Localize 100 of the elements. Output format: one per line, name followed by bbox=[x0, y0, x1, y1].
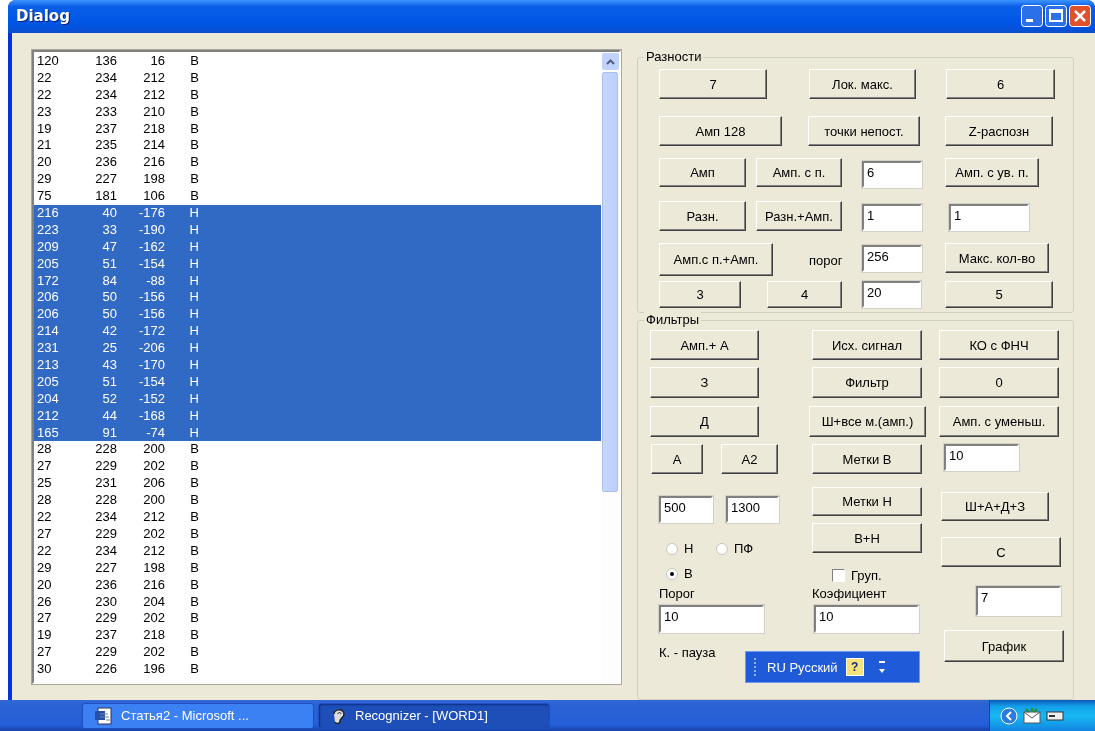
dialog-button[interactable]: З bbox=[650, 367, 759, 398]
list-row[interactable]: 231 25 -206 Н bbox=[34, 340, 601, 358]
dialog-button[interactable]: Ш+все м.(амп.) bbox=[809, 406, 926, 437]
dialog-button[interactable]: Амп.+ А bbox=[650, 330, 759, 360]
input-field[interactable]: 7 bbox=[976, 586, 1061, 616]
dialog-button[interactable]: Амп. с уменьш. bbox=[939, 406, 1059, 437]
list-cell-text: 229 bbox=[94, 644, 117, 662]
envelope-icon[interactable] bbox=[1022, 707, 1042, 724]
input-field[interactable]: 10 bbox=[944, 444, 1019, 471]
list-cell-text: 22 bbox=[37, 542, 53, 560]
list-box[interactable] bbox=[32, 50, 621, 684]
list-row[interactable]: 28 228 200 В bbox=[34, 441, 601, 459]
list-row[interactable]: 22 234 212 В bbox=[34, 509, 601, 526]
dialog-button[interactable]: С bbox=[941, 537, 1061, 567]
list-row[interactable]: 206 50 -156 Н bbox=[34, 289, 601, 307]
dialog-button[interactable]: КО с ФНЧ bbox=[939, 330, 1059, 360]
dialog-button[interactable]: Ш+А+Д+З bbox=[941, 492, 1049, 521]
list-row[interactable]: 19 237 218 В bbox=[34, 627, 601, 645]
list-row[interactable]: 206 50 -156 Н bbox=[34, 306, 601, 324]
taskbar-button[interactable]: Статья2 - Microsoft ... bbox=[82, 702, 314, 729]
list-row[interactable]: 214 42 -172 Н bbox=[34, 323, 601, 341]
input-field[interactable]: 500 bbox=[659, 496, 713, 523]
list-cell-text: 210 bbox=[142, 103, 165, 121]
input-field[interactable]: 1300 bbox=[726, 496, 779, 523]
checkbox[interactable] bbox=[832, 569, 845, 582]
dialog-button[interactable]: Лок. макс. bbox=[809, 69, 916, 99]
radio-button[interactable] bbox=[716, 542, 728, 555]
dialog-button[interactable]: Амп bbox=[659, 158, 746, 187]
list-row[interactable]: 20 236 216 В bbox=[34, 154, 601, 172]
list-row[interactable]: 27 229 202 В bbox=[34, 458, 601, 476]
list-row[interactable]: 25 231 206 В bbox=[34, 475, 601, 493]
dialog-button[interactable]: точки непост. bbox=[808, 116, 920, 146]
dialog-button[interactable]: График bbox=[944, 630, 1064, 662]
dialog-button[interactable]: В+Н bbox=[812, 523, 922, 553]
list-cell-text: 235 bbox=[94, 137, 117, 155]
list-row[interactable]: 27 229 202 В bbox=[34, 644, 601, 662]
dialog-button[interactable]: 3 bbox=[659, 281, 741, 308]
list-row[interactable]: 22 234 212 В bbox=[34, 542, 601, 560]
list-row[interactable]: 216 40 -176 Н bbox=[34, 205, 601, 222]
input-field[interactable]: 1 bbox=[949, 204, 1029, 231]
list-cell-text: 234 bbox=[94, 69, 117, 87]
options-icon[interactable] bbox=[877, 659, 886, 675]
dialog-button[interactable]: А bbox=[651, 444, 703, 474]
maximize-button[interactable] bbox=[1045, 4, 1067, 27]
device-icon[interactable] bbox=[1046, 709, 1064, 722]
list-row[interactable]: 22 234 212 В bbox=[34, 86, 601, 104]
dialog-button[interactable]: Метки В bbox=[812, 444, 922, 474]
dialog-button[interactable]: 6 bbox=[946, 69, 1055, 99]
help-button[interactable]: ? bbox=[845, 658, 864, 676]
list-row[interactable]: 27 229 202 В bbox=[34, 525, 601, 543]
list-row[interactable]: 21 235 214 В bbox=[34, 137, 601, 155]
list-row[interactable]: 19 237 218 В bbox=[34, 120, 601, 138]
dialog-button[interactable]: Фильтр bbox=[812, 367, 922, 398]
input-field[interactable]: 20 bbox=[862, 281, 921, 308]
list-cell-text: 26 bbox=[37, 593, 53, 611]
input-field[interactable]: 1 bbox=[862, 204, 922, 231]
list-row[interactable]: 28 228 200 В bbox=[34, 492, 601, 510]
scroll-up-button[interactable] bbox=[601, 53, 619, 70]
list-row[interactable]: 27 229 202 В bbox=[34, 610, 601, 628]
input-field[interactable]: 10 bbox=[659, 605, 764, 633]
dialog-button[interactable]: Д bbox=[650, 406, 759, 437]
list-row[interactable]: 120 136 16 В bbox=[34, 53, 601, 70]
input-field[interactable]: 6 bbox=[862, 161, 922, 188]
input-field[interactable]: 256 bbox=[862, 245, 922, 272]
dialog-button[interactable]: Амп.с п.+Амп. bbox=[659, 243, 773, 276]
list-row[interactable]: 213 43 -170 Н bbox=[34, 357, 601, 374]
dialog-button[interactable]: Z-распозн bbox=[945, 116, 1053, 146]
language-label[interactable]: RU Русский bbox=[767, 659, 838, 675]
list-cell-text: -190 bbox=[137, 221, 165, 239]
list-row[interactable]: 29 227 198 В bbox=[34, 171, 601, 189]
dialog-button[interactable]: 4 bbox=[767, 281, 842, 308]
minimize-button[interactable] bbox=[1021, 4, 1043, 27]
list-row[interactable]: 22 234 212 В bbox=[34, 69, 601, 87]
radio-button[interactable] bbox=[666, 542, 678, 555]
dialog-button[interactable]: Амп. с п. bbox=[756, 158, 842, 187]
dialog-button[interactable]: Разн. bbox=[659, 201, 746, 231]
dialog-button[interactable]: Разн.+Амп. bbox=[756, 201, 842, 231]
radio-button[interactable] bbox=[666, 567, 678, 580]
dialog-button[interactable]: Метки Н bbox=[812, 487, 922, 516]
list-row[interactable]: 30 226 196 В bbox=[34, 661, 601, 678]
scroll-thumb[interactable] bbox=[602, 72, 618, 492]
dialog-button[interactable]: А2 bbox=[721, 444, 778, 474]
list-row[interactable]: 23 233 210 В bbox=[34, 103, 601, 121]
dialog-button[interactable]: Амп. с ув. п. bbox=[945, 158, 1039, 187]
input-field[interactable]: 10 bbox=[814, 605, 919, 633]
dialog-button[interactable]: 7 bbox=[659, 69, 767, 99]
dialog-button[interactable]: Исх. сигнал bbox=[812, 330, 922, 360]
dialog-button[interactable]: Амп 128 bbox=[659, 116, 782, 146]
dialog-button[interactable]: 5 bbox=[945, 281, 1053, 308]
list-cell-text: 30 bbox=[37, 661, 53, 678]
list-row[interactable]: 26 230 204 В bbox=[34, 593, 601, 611]
taskbar-button[interactable]: Recognizer - [WORD1] bbox=[318, 702, 550, 729]
list-row[interactable]: 75 181 106 В bbox=[34, 188, 601, 205]
dialog-button[interactable]: Макс. кол-во bbox=[945, 243, 1049, 273]
list-cell-text: В bbox=[189, 120, 199, 138]
list-cell-text: В bbox=[189, 542, 199, 560]
close-button[interactable] bbox=[1069, 4, 1091, 27]
list-row[interactable]: 20 236 216 В bbox=[34, 576, 601, 594]
list-row[interactable]: 29 227 198 В bbox=[34, 559, 601, 577]
dialog-button[interactable]: 0 bbox=[939, 367, 1059, 398]
